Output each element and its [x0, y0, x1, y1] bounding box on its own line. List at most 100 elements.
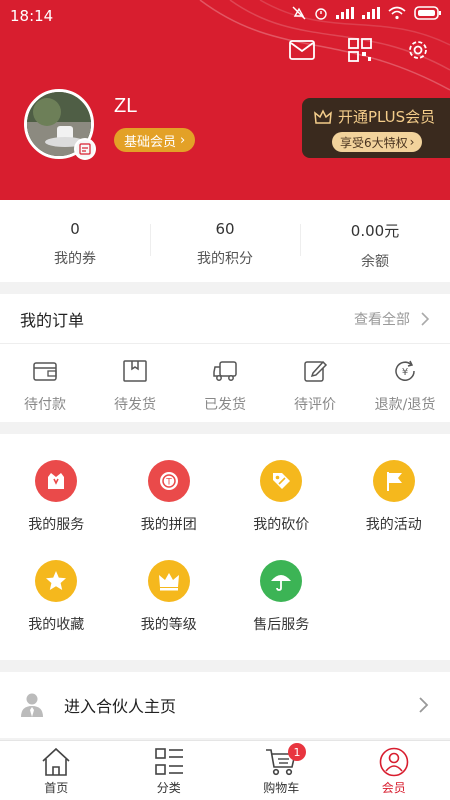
- stat-balance[interactable]: 0.00元 余额: [300, 200, 450, 282]
- services-section: 我的服务 T 我的拼团 我的砍价 我的活动 我的收藏 我的等级 售后服务: [0, 434, 450, 660]
- service-group-buy[interactable]: T 我的拼团: [113, 434, 226, 534]
- stat-label: 余额: [361, 254, 389, 270]
- bargain-icon: [260, 460, 303, 502]
- orders-header: 我的订单 查看全部: [0, 294, 450, 344]
- bottom-tab-bar: 首页 分类 1 购物车 会员: [0, 740, 450, 800]
- view-all-label: 查看全部: [354, 311, 410, 328]
- signal-icon: [336, 7, 354, 19]
- status-icons: [292, 6, 442, 20]
- service-label: 我的活动: [365, 517, 422, 533]
- settings-icon[interactable]: [404, 36, 432, 64]
- wallet-icon: [33, 362, 57, 381]
- service-my-services[interactable]: 我的服务: [0, 434, 113, 534]
- service-favorites[interactable]: 我的收藏: [0, 534, 113, 634]
- user-icon: [21, 693, 43, 717]
- cart-count-badge: 1: [288, 743, 306, 761]
- svg-text:¥: ¥: [402, 367, 408, 378]
- order-pending-shipment[interactable]: 待发货: [90, 344, 180, 422]
- umbrella-icon: [260, 560, 303, 602]
- tab-label: 购物车: [263, 781, 300, 795]
- header-actions: [288, 36, 432, 64]
- box-icon: [123, 360, 147, 382]
- account-stats: 0 我的券 60 我的积分 0.00元 余额: [0, 200, 450, 282]
- stat-label: 我的券: [54, 251, 96, 267]
- service-label: 我的收藏: [28, 617, 85, 633]
- view-all-orders-link[interactable]: 查看全部: [354, 309, 430, 329]
- stat-label: 我的积分: [197, 251, 253, 267]
- order-pending-payment[interactable]: 待付款: [0, 344, 90, 422]
- plus-title-row: 开通PLUS会员: [314, 106, 435, 127]
- mute-icon: [292, 6, 306, 20]
- service-after-sales[interactable]: 售后服务: [225, 534, 338, 634]
- service-bargain[interactable]: 我的砍价: [225, 434, 338, 534]
- status-time: 18:14: [10, 7, 54, 25]
- orders-title: 我的订单: [20, 310, 85, 330]
- username: ZL: [114, 95, 138, 117]
- crown-icon: [314, 108, 332, 124]
- wifi-icon: [388, 6, 406, 20]
- service-activities[interactable]: 我的活动: [338, 434, 450, 534]
- tab-label: 会员: [381, 781, 406, 795]
- tab-member[interactable]: 会员: [338, 741, 450, 800]
- home-icon: [42, 747, 70, 776]
- member-level-badge[interactable]: 基础会员 ›: [114, 128, 196, 152]
- group-buy-icon: T: [147, 460, 190, 502]
- message-icon[interactable]: [288, 36, 316, 64]
- service-label: 我的服务: [28, 517, 85, 533]
- truck-icon: [213, 361, 237, 381]
- chevron-right-icon: ›: [180, 132, 186, 148]
- stat-points[interactable]: 60 我的积分: [150, 200, 300, 282]
- order-status-label: 待发货: [114, 397, 156, 413]
- battery-icon: [414, 6, 441, 20]
- service-label: 售后服务: [253, 617, 310, 633]
- plus-membership-card[interactable]: 开通PLUS会员 享受6大特权 ›: [302, 98, 450, 158]
- alarm-icon: [315, 8, 327, 20]
- tab-home[interactable]: 首页: [0, 741, 113, 800]
- flag-icon: [372, 460, 415, 502]
- orders-status-row: 待付款 待发货 已发货 待评价 ¥ 退款/退货: [0, 344, 450, 422]
- stat-value: 0: [70, 220, 80, 238]
- services-grid: 我的服务 T 我的拼团 我的砍价 我的活动 我的收藏 我的等级 售后服务: [0, 434, 450, 634]
- stat-value: 60: [215, 220, 235, 238]
- edit-icon: [304, 360, 328, 382]
- profile-header: 18:14 ZL 基础会员 › 开通PLUS会员 享受6大特权 ›: [0, 0, 450, 200]
- order-pending-review[interactable]: 待评价: [270, 344, 360, 422]
- member-icon: [379, 747, 409, 777]
- my-orders-section: 我的订单 查看全部 待付款 待发货 已发货 待评价 ¥ 退款/退货: [0, 294, 450, 422]
- service-label: 我的等级: [140, 617, 197, 633]
- member-level-label: 基础会员: [124, 134, 177, 150]
- star-icon: [35, 560, 78, 602]
- chevron-right-icon: [421, 311, 430, 326]
- avatar-edit-icon[interactable]: [74, 138, 96, 160]
- order-shipped[interactable]: 已发货: [180, 344, 270, 422]
- service-label: 我的拼团: [140, 517, 197, 533]
- qrcode-icon[interactable]: [346, 36, 374, 64]
- plus-subtitle-badge: 享受6大特权 ›: [332, 132, 423, 152]
- service-label: 我的砍价: [253, 517, 310, 533]
- order-status-label: 退款/退货: [374, 397, 436, 413]
- order-refund[interactable]: ¥ 退款/退货: [360, 344, 450, 422]
- category-icon: [154, 748, 183, 775]
- signal-icon-2: [362, 7, 380, 19]
- chevron-right-icon: ›: [409, 135, 415, 149]
- order-status-label: 待付款: [24, 397, 66, 413]
- order-status-label: 待评价: [294, 397, 336, 413]
- service-icon: [35, 460, 78, 502]
- chevron-right-icon: [419, 697, 429, 713]
- plus-title: 开通PLUS会员: [338, 108, 436, 126]
- tab-label: 首页: [44, 781, 69, 795]
- partner-homepage-entry[interactable]: 进入合伙人主页: [0, 672, 450, 738]
- stat-value: 0.00元: [350, 222, 400, 240]
- refund-icon: ¥: [395, 360, 415, 381]
- crown-icon: [147, 560, 190, 602]
- stat-coupons[interactable]: 0 我的券: [0, 200, 150, 282]
- tab-category[interactable]: 分类: [113, 741, 226, 800]
- tab-label: 分类: [156, 781, 181, 795]
- status-bar: 18:14: [0, 0, 450, 32]
- partner-label: 进入合伙人主页: [64, 697, 177, 716]
- service-level[interactable]: 我的等级: [113, 534, 226, 634]
- tab-cart[interactable]: 1 购物车: [225, 741, 338, 800]
- svg-text:T: T: [165, 478, 172, 488]
- plus-subtitle: 享受6大特权: [340, 135, 408, 150]
- order-status-label: 已发货: [204, 397, 246, 413]
